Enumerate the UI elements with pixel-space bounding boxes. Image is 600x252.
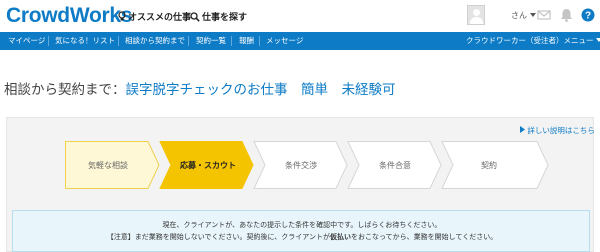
worker-menu-label: クラウドワーカー（受注者）メニュー xyxy=(466,36,594,45)
nav-divider xyxy=(188,36,189,46)
notice-warning-suffix: をおこなってから、業務を開始してください。 xyxy=(351,233,498,241)
recommended-jobs-label: オススメの仕事 xyxy=(128,13,192,23)
notice-status-text: 現在、クライアントが、あなたの提示した条件を確認中です。しばらくお待ちください。 xyxy=(162,221,442,229)
top-header: CrowdWorks オススメの仕事 仕事を探す さん ? xyxy=(0,0,600,32)
job-title-link[interactable]: 誤字脱字チェックのお仕事 簡単 未経験可 xyxy=(126,82,396,98)
step-label-negotiate: 条件交渉 xyxy=(285,161,317,170)
nav-item-mypage[interactable]: マイページ xyxy=(8,35,45,46)
nav-item-favorites[interactable]: 気になる！リスト xyxy=(55,35,115,46)
question-icon[interactable]: ? xyxy=(581,8,595,22)
search-icon xyxy=(190,11,200,22)
step-label-contract: 契約 xyxy=(481,161,497,170)
search-jobs-label: 仕事を探す xyxy=(202,13,248,23)
step-label-apply: 応募・スカウト xyxy=(180,161,236,170)
nav-divider xyxy=(118,36,119,46)
nav-item-rewards[interactable]: 報酬 xyxy=(239,35,254,46)
step-label-consult: 気軽な相談 xyxy=(88,161,128,170)
details-link[interactable]: 詳しい説明はこちら xyxy=(520,125,595,136)
envelope-icon[interactable] xyxy=(537,8,551,22)
nav-divider xyxy=(231,36,232,46)
user-menu[interactable]: さん xyxy=(511,10,536,21)
nav-item-consult-to-contract[interactable]: 相談から契約まで xyxy=(125,35,185,46)
page-title: 相談から契約まで：誤字脱字チェックのお仕事 簡単 未経験可 xyxy=(4,78,396,98)
chevron-right-icon xyxy=(520,126,525,133)
notice-warning-text: 【注意】まだ業務を開始しないでください。契約後に、クライアントが仮払いをおこなっ… xyxy=(13,232,591,242)
search-jobs-link[interactable]: 仕事を探す xyxy=(190,10,247,23)
page-title-prefix: 相談から契約まで： xyxy=(4,82,126,98)
avatar-head xyxy=(473,9,480,16)
nav-item-contracts[interactable]: 契約一覧 xyxy=(196,35,226,46)
caret-down-icon xyxy=(529,13,536,17)
details-link-label: 詳しい説明はこちら xyxy=(527,126,595,135)
crowdworks-logo[interactable]: CrowdWorks xyxy=(6,4,132,28)
caret-down-icon xyxy=(595,38,600,42)
worker-menu[interactable]: クラウドワーカー（受注者）メニュー xyxy=(466,35,600,46)
avatar-body xyxy=(470,17,483,24)
lightbulb-icon xyxy=(118,11,126,21)
nav-divider xyxy=(259,36,260,46)
step-label-agree: 条件合意 xyxy=(379,161,411,170)
bell-icon[interactable] xyxy=(560,8,573,22)
nav-item-messages[interactable]: メッセージ xyxy=(266,35,303,46)
notice-warning-prefix: 【注意】まだ業務を開始しないでください。契約後に、クライアントが xyxy=(106,233,331,241)
nav-divider xyxy=(48,36,49,46)
recommended-jobs-link[interactable]: オススメの仕事 xyxy=(118,10,191,23)
main-nav-bar: マイページ 気になる！リスト 相談から契約まで 契約一覧 報酬 メッセージ クラ… xyxy=(0,32,600,50)
notice-warning-emphasis: 仮払い xyxy=(330,233,352,241)
status-notice: 現在、クライアントが、あなたの提示した条件を確認中です。しばらくお待ちください。… xyxy=(12,210,590,252)
avatar[interactable] xyxy=(467,5,485,25)
user-name-suffix: さん xyxy=(511,11,527,20)
svg-text:?: ? xyxy=(585,11,591,22)
